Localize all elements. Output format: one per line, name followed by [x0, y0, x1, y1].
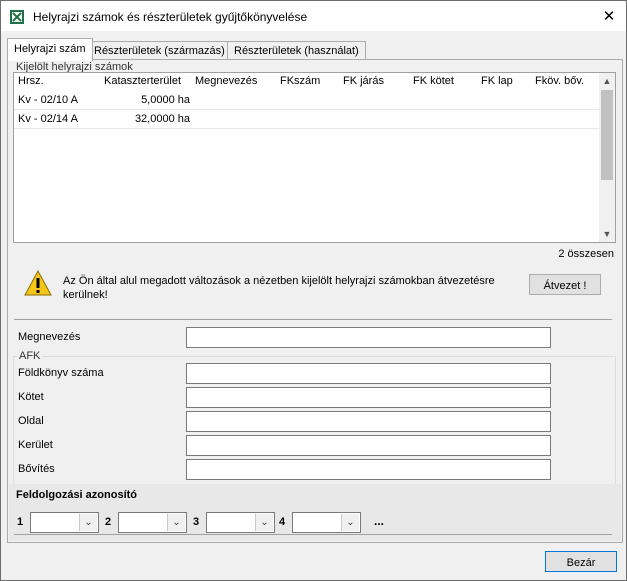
extension-label: Bővítés: [18, 463, 55, 475]
col-header-area[interactable]: Kataszterterület: [104, 75, 181, 87]
cell-area: 5,0000 ha: [141, 94, 190, 106]
title-bar: Helyrajzi számok és részterületek gyűjtő…: [1, 1, 626, 31]
grid-scrollbar[interactable]: ▲ ▼: [599, 73, 615, 242]
table-row[interactable]: Kv - 02/10 A 5,0000 ha: [14, 91, 599, 110]
warning-message: Az Ön által alul megadott változások a n…: [63, 275, 495, 301]
chevron-down-icon[interactable]: ⌄: [167, 514, 185, 531]
chevron-down-icon[interactable]: ⌄: [79, 514, 97, 531]
processing-id-title: Feldolgozási azonosító: [16, 489, 138, 501]
tab-reszteruletek-szarmazas[interactable]: Részterületek (származás): [87, 41, 232, 60]
divider: [14, 534, 612, 535]
dialog-window: Helyrajzi számok és részterületek gyűjtő…: [0, 0, 627, 581]
land-registry-field[interactable]: [186, 363, 551, 384]
divider: [14, 319, 612, 320]
col-header-hrsz[interactable]: Hrsz.: [18, 75, 44, 87]
close-button[interactable]: Bezár: [545, 551, 617, 572]
volume-field[interactable]: [186, 387, 551, 408]
tab-reszteruletek-hasznalat[interactable]: Részterületek (használat): [227, 41, 366, 60]
cell-hrsz: Kv - 02/14 A: [18, 113, 78, 125]
scroll-up-icon[interactable]: ▲: [599, 73, 615, 89]
app-icon: [10, 10, 24, 24]
row-count: 2 összesen: [558, 248, 614, 260]
cell-area: 32,0000 ha: [134, 113, 190, 125]
combo-number: 4: [279, 516, 286, 528]
col-header-fkov-bov[interactable]: Fköv. bőv.: [535, 75, 584, 87]
combo-number: 3: [193, 516, 200, 528]
more-combos-button[interactable]: ...: [374, 514, 384, 528]
extension-field[interactable]: [186, 459, 551, 480]
chevron-down-icon[interactable]: ⌄: [255, 514, 273, 531]
col-header-fkszam[interactable]: FKszám: [280, 75, 320, 87]
grid-header: Hrsz. Kataszterterület Megnevezés FKszám…: [14, 73, 599, 91]
processing-combo-2[interactable]: ⌄: [118, 512, 187, 533]
page-label: Oldal: [18, 415, 44, 427]
warning-icon: [24, 270, 52, 296]
afk-label: AFK: [17, 350, 43, 362]
chevron-down-icon[interactable]: ⌄: [341, 514, 359, 531]
page-field[interactable]: [186, 411, 551, 432]
window-title: Helyrajzi számok és részterületek gyűjtő…: [33, 10, 308, 24]
cell-hrsz: Kv - 02/10 A: [18, 94, 78, 106]
col-header-fk-kotet[interactable]: FK kötet: [413, 75, 454, 87]
combo-number: 1: [17, 516, 24, 528]
col-header-fk-jaras[interactable]: FK járás: [343, 75, 384, 87]
parcel-grid[interactable]: Hrsz. Kataszterterület Megnevezés FKszám…: [13, 72, 616, 243]
table-row[interactable]: Kv - 02/14 A 32,0000 ha: [14, 110, 599, 129]
district-label: Kerület: [18, 439, 53, 451]
processing-id-section: Feldolgozási azonosító 1 ⌄ 2 ⌄ 3 ⌄ 4 ⌄ .…: [9, 484, 621, 541]
processing-combo-3[interactable]: ⌄: [206, 512, 275, 533]
combo-number: 2: [105, 516, 112, 528]
tab-helyrajzi-szam[interactable]: Helyrajzi szám: [7, 38, 93, 61]
processing-combo-4[interactable]: ⌄: [292, 512, 361, 533]
name-label: Megnevezés: [18, 331, 81, 343]
scroll-thumb[interactable]: [601, 90, 613, 180]
apply-button[interactable]: Átvezet !: [529, 274, 601, 295]
processing-combo-1[interactable]: ⌄: [30, 512, 99, 533]
close-icon[interactable]: ✕: [592, 1, 626, 31]
scroll-down-icon[interactable]: ▼: [599, 226, 615, 242]
col-header-name[interactable]: Megnevezés: [195, 75, 257, 87]
district-field[interactable]: [186, 435, 551, 456]
name-field[interactable]: [186, 327, 551, 348]
tab-panel: Kijelölt helyrajzi számok Hrsz. Kataszte…: [7, 59, 623, 543]
col-header-fk-lap[interactable]: FK lap: [481, 75, 513, 87]
land-registry-label: Földkönyv száma: [18, 367, 104, 379]
volume-label: Kötet: [18, 391, 44, 403]
